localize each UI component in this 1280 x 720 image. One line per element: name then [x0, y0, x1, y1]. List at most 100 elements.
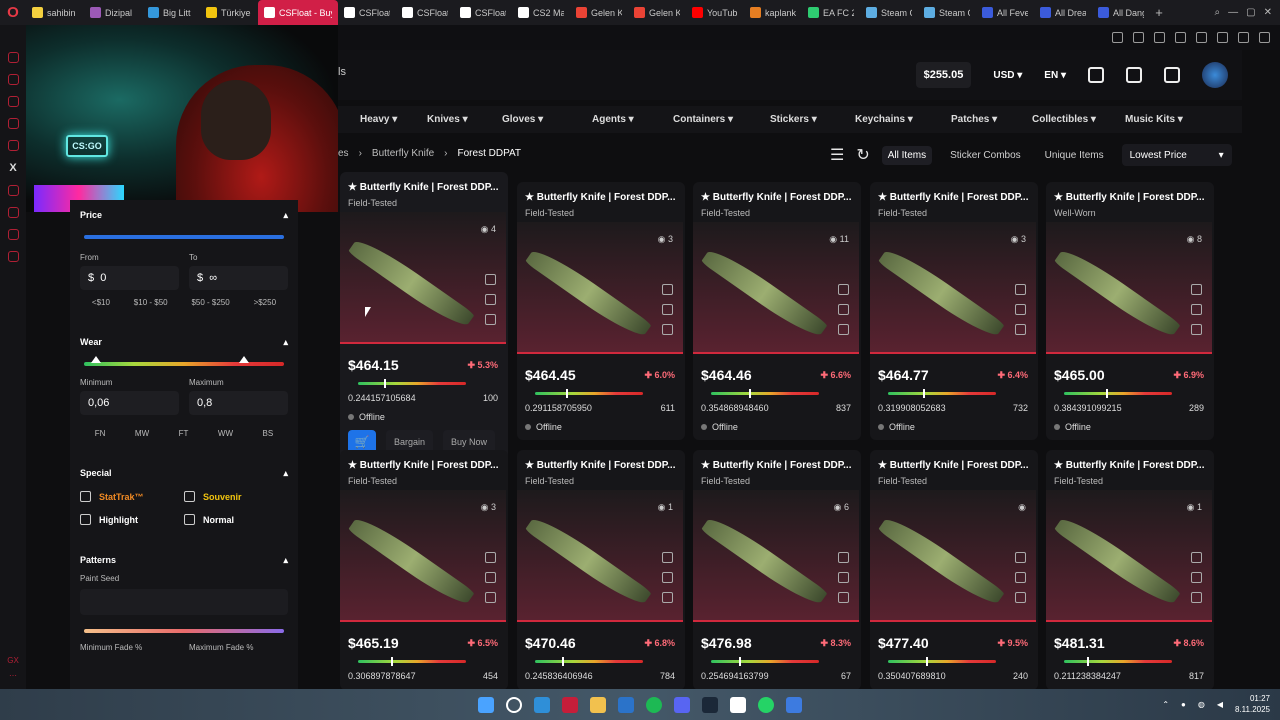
inspect-icon[interactable]	[662, 552, 673, 563]
item-card[interactable]: ★ Butterfly Knife | Forest DDP... Field-T…	[517, 182, 685, 440]
zoom-icon[interactable]	[485, 592, 496, 603]
browser-tab[interactable]: Dizipal	[84, 0, 142, 25]
browser-tab[interactable]: CSFloat	[338, 0, 396, 25]
steam-icon[interactable]	[702, 696, 718, 713]
screenshot-icon[interactable]	[1015, 304, 1026, 315]
item-image[interactable]: ◉ 6	[693, 490, 859, 622]
category-gloves[interactable]: Gloves ▾	[502, 114, 543, 125]
special-option[interactable]: Normal	[184, 514, 288, 525]
screenshot-icon[interactable]	[1191, 304, 1202, 315]
item-card[interactable]: ★ Butterfly Knife | Forest DDP... Well-Wo…	[1046, 182, 1214, 440]
spotify-icon[interactable]	[646, 696, 662, 713]
item-image[interactable]: ◉	[870, 490, 1036, 622]
price-preset-chip[interactable]: $50 - $250	[191, 298, 229, 307]
wear-max-handle[interactable]	[239, 356, 249, 363]
item-image[interactable]: ◉ 1	[517, 490, 683, 622]
inspect-icon[interactable]	[838, 552, 849, 563]
checkbox[interactable]	[184, 491, 195, 502]
price-section-header[interactable]: Price ▴	[80, 210, 288, 221]
clock[interactable]: 01:27 8.11.2025	[1235, 694, 1270, 715]
minimize-icon[interactable]: —	[1228, 7, 1238, 18]
category-patches[interactable]: Patches ▾	[951, 114, 997, 125]
wear-min-input[interactable]: 0,06	[80, 391, 179, 415]
start-icon[interactable]	[478, 696, 494, 713]
screenshot-icon[interactable]	[838, 572, 849, 583]
inspect-icon[interactable]	[485, 274, 496, 285]
screenshot-icon[interactable]	[1015, 572, 1026, 583]
zoom-icon[interactable]	[1015, 592, 1026, 603]
browser-tab[interactable]: Steam C	[918, 0, 976, 25]
shield-icon[interactable]	[1154, 32, 1165, 43]
browser-tab[interactable]: Türkiye	[200, 0, 258, 25]
refresh-icon[interactable]: ↻	[856, 145, 869, 165]
wear-max-input[interactable]: 0,8	[189, 391, 288, 415]
item-image[interactable]: ◉ 11	[693, 222, 859, 354]
category-heavy[interactable]: Heavy ▾	[360, 114, 397, 125]
browser-tab[interactable]: All Dang	[1092, 0, 1150, 25]
special-option[interactable]: StatTrak™	[80, 491, 184, 502]
heart-icon[interactable]	[1196, 32, 1207, 43]
inspect-icon[interactable]	[662, 284, 673, 295]
filter-icon[interactable]: ☰	[830, 145, 844, 165]
screenshot-icon[interactable]	[838, 304, 849, 315]
tab-sticker-combos[interactable]: Sticker Combos	[944, 146, 1027, 165]
checkbox[interactable]	[80, 491, 91, 502]
palette-icon[interactable]	[1164, 67, 1180, 83]
whatsapp-icon[interactable]	[7, 74, 19, 85]
browser-tab[interactable]: EA FC 2	[802, 0, 860, 25]
bell-icon[interactable]	[1126, 67, 1142, 83]
maximize-icon[interactable]: ▢	[1246, 7, 1255, 18]
special-section-header[interactable]: Special ▴	[80, 468, 288, 479]
nav-item-partial[interactable]: ls	[338, 66, 346, 78]
wear-min-handle[interactable]	[91, 356, 101, 363]
browser-tab[interactable]: YouTub	[686, 0, 744, 25]
item-image[interactable]: ◉ 3	[340, 490, 506, 622]
folder-icon[interactable]	[590, 696, 606, 713]
telegram-icon[interactable]	[7, 96, 19, 107]
zoom-icon[interactable]	[662, 324, 673, 335]
zoom-icon[interactable]	[1191, 592, 1202, 603]
mic-icon[interactable]: ●	[1181, 700, 1186, 709]
browser-tab[interactable]: Gelen K	[570, 0, 628, 25]
item-card[interactable]: ★ Butterfly Knife | Forest DDP... Field-T…	[693, 182, 861, 440]
extensions-sidebar-icon[interactable]	[7, 229, 19, 240]
inspect-icon[interactable]	[1015, 284, 1026, 295]
opera-gx-icon[interactable]	[562, 696, 578, 713]
search-tabs-icon[interactable]: ⌕	[1215, 7, 1221, 18]
price-range-slider[interactable]	[84, 235, 284, 239]
language-select[interactable]: EN ▾	[1044, 70, 1066, 81]
browser-tab[interactable]: CS2 Ma	[512, 0, 570, 25]
profile-icon[interactable]	[1238, 32, 1249, 43]
app2-icon[interactable]	[786, 696, 802, 713]
browser-tab[interactable]: CSFloat	[396, 0, 454, 25]
inspect-icon[interactable]	[485, 552, 496, 563]
patterns-section-header[interactable]: Patterns ▴	[80, 555, 288, 566]
wear-preset-chip[interactable]: FT	[179, 429, 189, 438]
zoom-icon[interactable]	[485, 314, 496, 325]
screenshot-icon[interactable]	[662, 572, 673, 583]
whatsapp-taskbar-icon[interactable]	[758, 696, 774, 713]
wear-preset-chip[interactable]: MW	[135, 429, 149, 438]
item-card[interactable]: ★ Butterfly Knife | Forest DDP... Field-T…	[340, 450, 508, 690]
wear-section-header[interactable]: Wear ▴	[80, 337, 288, 348]
chevron-up-icon[interactable]: ⌃	[1162, 700, 1169, 709]
wear-preset-chip[interactable]: WW	[218, 429, 233, 438]
history-icon[interactable]	[7, 207, 19, 218]
cart-icon[interactable]	[1088, 67, 1104, 83]
browser-tab[interactable]: kaplank	[744, 0, 802, 25]
special-option[interactable]: Highlight	[80, 514, 184, 525]
checkbox[interactable]	[80, 514, 91, 525]
browser-tab[interactable]: Steam C	[860, 0, 918, 25]
browser-tab[interactable]: Gelen K	[628, 0, 686, 25]
menu-icon[interactable]	[1259, 32, 1270, 43]
browser-tab[interactable]: All Feve	[976, 0, 1034, 25]
browser-tab[interactable]: CSFloat	[454, 0, 512, 25]
category-agents[interactable]: Agents ▾	[592, 114, 634, 125]
settings-icon[interactable]	[7, 251, 19, 262]
browser-tab[interactable]: All Drea	[1034, 0, 1092, 25]
price-to-input[interactable]: $ ∞	[189, 266, 288, 290]
item-image[interactable]: ◉ 3	[517, 222, 683, 354]
zoom-icon[interactable]	[838, 324, 849, 335]
price-preset-chip[interactable]: >$250	[254, 298, 276, 307]
tab-all-items[interactable]: All Items	[881, 145, 933, 165]
